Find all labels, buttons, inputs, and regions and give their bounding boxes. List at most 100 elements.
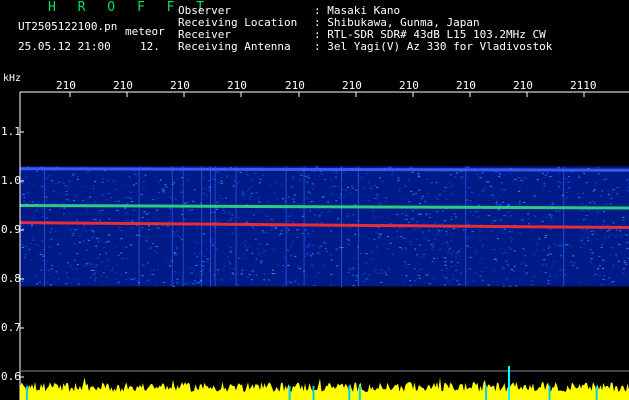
noise-speckle	[374, 267, 377, 269]
noise-speckle	[125, 183, 128, 185]
noise-speckle	[178, 172, 181, 174]
noise-speckle	[585, 229, 588, 231]
noise-speckle	[541, 172, 544, 174]
noise-speckle	[477, 204, 480, 206]
noise-speckle	[208, 180, 210, 182]
noise-speckle	[51, 269, 54, 271]
noise-speckle	[389, 242, 392, 244]
noise-speckle	[305, 197, 308, 199]
noise-speckle	[121, 258, 124, 260]
noise-speckle	[603, 179, 606, 181]
noise-speckle	[426, 179, 429, 180]
noise-speckle	[95, 264, 98, 266]
noise-speckle	[258, 252, 261, 254]
noise-speckle	[618, 244, 621, 246]
noise-speckle	[557, 167, 560, 169]
noise-speckle	[602, 279, 605, 281]
noise-speckle	[593, 202, 596, 204]
noise-speckle	[615, 229, 618, 231]
noise-speckle	[270, 184, 273, 186]
noise-speckle	[535, 193, 538, 195]
noise-speckle	[216, 201, 219, 203]
noise-speckle	[287, 264, 290, 266]
noise-speckle	[203, 214, 206, 216]
noise-speckle	[267, 201, 270, 202]
noise-speckle	[488, 200, 491, 202]
noise-speckle	[250, 186, 253, 188]
noise-speckle	[45, 281, 48, 283]
noise-speckle	[323, 241, 326, 243]
noise-speckle	[557, 181, 560, 183]
noise-speckle	[59, 253, 62, 255]
noise-speckle	[564, 178, 567, 180]
noise-speckle	[155, 246, 158, 248]
noise-speckle	[478, 176, 481, 178]
noise-speckle	[454, 264, 457, 266]
noise-speckle	[228, 220, 231, 221]
noise-speckle	[194, 280, 196, 282]
noise-speckle	[388, 268, 391, 270]
noise-speckle	[451, 185, 454, 187]
noise-speckle	[146, 262, 149, 264]
noise-speckle	[350, 185, 353, 187]
noise-speckle	[347, 243, 350, 245]
noise-speckle	[55, 182, 58, 184]
noise-speckle	[174, 254, 177, 256]
noise-speckle	[623, 268, 625, 270]
noise-speckle	[436, 211, 439, 212]
noise-speckle	[580, 240, 582, 242]
noise-speckle	[32, 217, 35, 219]
noise-speckle	[216, 171, 219, 173]
noise-speckle	[418, 277, 421, 279]
noise-speckle	[599, 195, 602, 197]
noise-speckle	[233, 180, 236, 182]
noise-speckle	[153, 269, 155, 271]
trace-marker	[288, 386, 291, 400]
noise-speckle	[431, 249, 434, 251]
noise-speckle	[30, 226, 33, 228]
date-time: 25.05.12 21:00	[18, 40, 111, 53]
noise-speckle	[503, 189, 506, 191]
noise-speckle	[294, 198, 297, 200]
noise-speckle	[353, 257, 356, 259]
noise-speckle	[140, 193, 143, 195]
noise-speckle	[82, 240, 85, 242]
noise-speckle	[254, 238, 257, 240]
noise-speckle	[597, 268, 600, 270]
noise-speckle	[230, 177, 233, 179]
noise-speckle	[221, 182, 223, 184]
noise-speckle	[424, 201, 427, 203]
noise-speckle	[377, 272, 380, 274]
trace-marker	[548, 386, 551, 400]
noise-speckle	[85, 207, 88, 209]
noise-speckle	[427, 193, 429, 195]
noise-speckle	[46, 217, 49, 219]
noise-speckle	[199, 264, 202, 266]
noise-speckle	[376, 195, 379, 197]
noise-speckle	[306, 246, 309, 248]
noise-speckle	[279, 233, 282, 235]
noise-speckle	[109, 234, 111, 236]
noise-speckle	[299, 268, 301, 269]
noise-speckle	[518, 203, 521, 205]
info-value: : 3el Yagi(V) Az 330 for Vladivostok	[314, 40, 553, 53]
noise-speckle	[427, 230, 430, 232]
noise-speckle	[199, 281, 202, 283]
noise-speckle	[558, 245, 560, 246]
noise-speckle	[262, 232, 265, 234]
noise-speckle	[114, 188, 117, 190]
noise-speckle	[467, 223, 470, 225]
noise-speckle	[578, 175, 581, 177]
noise-speckle	[107, 180, 109, 182]
noise-speckle	[45, 199, 48, 201]
noise-speckle	[165, 186, 168, 188]
noise-speckle	[57, 278, 60, 280]
noise-speckle	[85, 250, 87, 252]
noise-speckle	[561, 188, 564, 190]
noise-speckle	[493, 249, 495, 250]
noise-speckle	[81, 186, 84, 188]
noise-speckle	[626, 178, 629, 180]
noise-speckle	[330, 273, 333, 275]
noise-speckle	[625, 263, 628, 265]
noise-speckle	[452, 275, 454, 277]
